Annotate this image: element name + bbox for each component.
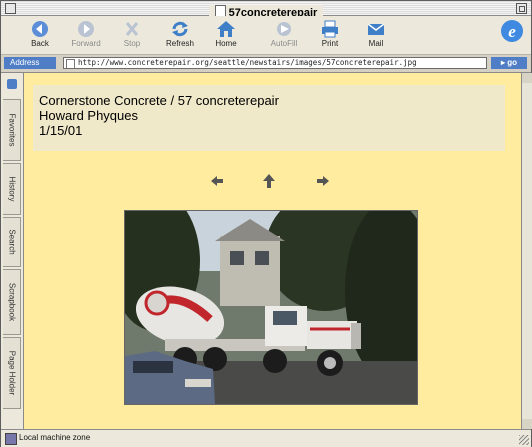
previous-arrow-icon[interactable] <box>209 173 225 189</box>
tab-page-holder-label: Page Holder <box>7 350 16 396</box>
scroll-up-arrow-icon[interactable] <box>522 73 532 83</box>
print-button[interactable]: Print <box>309 18 351 52</box>
svg-text:e: e <box>508 22 516 41</box>
forward-button[interactable]: Forward <box>65 18 107 52</box>
mail-icon <box>367 23 385 35</box>
title-bar[interactable]: 57concreterepair <box>1 1 531 20</box>
refresh-icon <box>172 21 188 37</box>
page-author: Howard Phyques <box>39 108 138 123</box>
explorer-icon[interactable] <box>7 79 17 89</box>
page-icon <box>66 59 75 68</box>
page-header-box: Cornerstone Concrete / 57 concreterepair… <box>33 85 505 151</box>
tab-scrapbook[interactable]: Scrapbook <box>3 269 21 335</box>
autofill-button[interactable]: AutoFill <box>263 18 305 52</box>
forward-arrow-icon <box>78 21 94 37</box>
tab-favorites[interactable]: Favorites <box>3 99 21 161</box>
browser-window: 57concreterepair Back Forward Stop Refre… <box>0 0 532 447</box>
address-label: Address <box>4 57 56 69</box>
mail-label: Mail <box>368 39 384 48</box>
toolbar: Back Forward Stop Refresh Home AutoFill … <box>1 16 531 55</box>
address-bar: Address http://www.concreterepair.org/se… <box>1 55 531 73</box>
photo-navigation <box>209 173 329 189</box>
print-icon <box>322 20 338 38</box>
go-label: go <box>507 58 518 67</box>
resize-grip[interactable] <box>519 435 529 445</box>
autofill-icon <box>277 22 291 36</box>
print-label: Print <box>321 39 339 48</box>
concrete-truck-photo <box>124 210 418 405</box>
next-arrow-icon[interactable] <box>315 173 331 189</box>
page-date: 1/15/01 <box>39 123 83 138</box>
tab-search[interactable]: Search <box>3 217 21 267</box>
back-arrow-icon <box>32 21 48 37</box>
scroll-down-arrow-icon[interactable] <box>522 419 532 429</box>
status-text: Local machine zone <box>19 433 91 442</box>
home-button[interactable]: Home <box>205 18 247 52</box>
zone-icon <box>5 433 17 445</box>
autofill-label: AutoFill <box>270 39 298 48</box>
status-bar: Local machine zone <box>1 429 531 447</box>
address-url: http://www.concreterepair.org/seattle/ne… <box>78 58 417 67</box>
stop-label: Stop <box>123 39 141 48</box>
back-label: Back <box>31 39 49 48</box>
tab-page-holder[interactable]: Page Holder <box>3 337 21 409</box>
index-arrow-icon[interactable] <box>261 173 277 189</box>
forward-label: Forward <box>71 39 101 48</box>
tab-scrapbook-label: Scrapbook <box>7 282 16 322</box>
home-icon <box>217 21 235 37</box>
refresh-button[interactable]: Refresh <box>159 18 201 52</box>
ie-logo-icon[interactable]: e <box>499 18 525 44</box>
stop-icon <box>125 22 139 36</box>
page-title: Cornerstone Concrete / 57 concreterepair <box>39 93 279 108</box>
mail-button[interactable]: Mail <box>355 18 397 52</box>
zoom-box[interactable] <box>516 3 527 14</box>
page-content: Cornerstone Concrete / 57 concreterepair… <box>24 73 521 429</box>
back-button[interactable]: Back <box>19 18 61 52</box>
stop-button[interactable]: Stop <box>111 18 153 52</box>
vertical-scrollbar[interactable] <box>521 73 532 429</box>
home-label: Home <box>215 39 237 48</box>
address-field[interactable]: http://www.concreterepair.org/seattle/ne… <box>63 57 487 69</box>
go-button[interactable]: ▸ go <box>491 57 527 69</box>
tab-history[interactable]: History <box>3 163 21 215</box>
refresh-label: Refresh <box>165 39 194 48</box>
explorer-sidebar: Favorites History Search Scrapbook Page … <box>1 73 24 429</box>
tab-history-label: History <box>7 176 16 202</box>
tab-search-label: Search <box>7 229 16 255</box>
tab-favorites-label: Favorites <box>7 113 16 147</box>
